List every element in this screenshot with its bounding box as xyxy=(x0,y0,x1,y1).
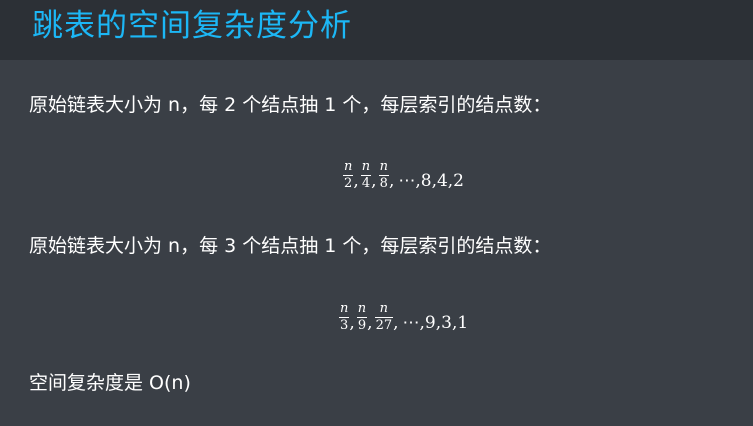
fraction-n-over-8: n 8 xyxy=(378,158,389,191)
comma: , xyxy=(353,171,359,191)
paragraph-ratio-3: 原始链表大小为 n，每 3 个结点抽 1 个，每层索引的结点数： xyxy=(29,235,552,257)
fraction-numerator: n xyxy=(344,158,353,174)
fraction-denominator: 3 xyxy=(340,317,349,333)
comma: , xyxy=(388,171,395,191)
fraction-numerator: n xyxy=(340,300,349,316)
fraction-n-over-27: n 27 xyxy=(374,300,394,333)
fraction-denominator: 9 xyxy=(357,317,367,333)
fraction-n-over-3: n 3 xyxy=(339,300,350,333)
fraction-numerator: n xyxy=(357,300,367,316)
fraction-denominator: 8 xyxy=(379,175,388,191)
fraction-n-over-4: n 4 xyxy=(360,158,372,191)
fraction-denominator: 27 xyxy=(375,317,393,333)
slide-header: 跳表的空间复杂度分析 xyxy=(0,0,753,60)
conclusion-text: 空间复杂度是 O(n) xyxy=(29,372,191,394)
fraction-numerator: n xyxy=(361,158,371,174)
comma: , xyxy=(367,313,373,333)
formula-ratio-2: n 2 , n 4 , n 8 , ⋯,8,4,2 xyxy=(343,155,464,195)
comma: , xyxy=(371,171,377,191)
fraction-numerator: n xyxy=(379,158,388,174)
slide-title: 跳表的空间复杂度分析 xyxy=(32,8,352,44)
comma: , xyxy=(349,313,355,333)
fraction-n-over-2: n 2 xyxy=(343,158,354,191)
fraction-denominator: 2 xyxy=(344,175,353,191)
comma: , xyxy=(393,313,399,333)
fraction-numerator: n xyxy=(379,300,389,316)
formula-tail: ⋯,8,4,2 xyxy=(398,171,465,191)
formula-ratio-3: n 3 , n 9 , n 27 , ⋯,9,3,1 xyxy=(339,297,468,337)
formula-tail: ⋯,9,3,1 xyxy=(402,313,469,333)
fraction-denominator: 4 xyxy=(361,175,371,191)
fraction-n-over-9: n 9 xyxy=(356,300,368,333)
paragraph-ratio-2: 原始链表大小为 n，每 2 个结点抽 1 个，每层索引的结点数： xyxy=(29,94,552,116)
